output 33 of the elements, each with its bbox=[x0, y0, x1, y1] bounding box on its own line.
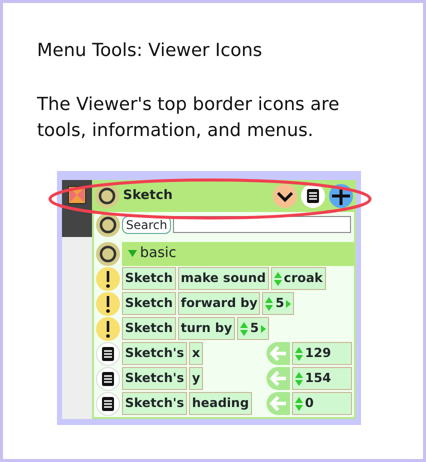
property-tile[interactable]: forward by bbox=[178, 292, 260, 315]
category-bar[interactable]: basic bbox=[122, 242, 354, 266]
ring-icon[interactable] bbox=[95, 184, 119, 208]
ring-icon[interactable] bbox=[96, 242, 120, 266]
menu-icon[interactable] bbox=[96, 366, 120, 390]
plus-icon[interactable] bbox=[329, 184, 353, 208]
object-tile[interactable]: Sketch bbox=[122, 317, 176, 340]
value-tile[interactable]: 0 bbox=[292, 392, 352, 415]
menu-icon[interactable] bbox=[301, 184, 325, 208]
page-title: Menu Tools: Viewer Icons bbox=[37, 39, 264, 63]
property-tile[interactable]: turn by bbox=[178, 317, 236, 340]
ring-icon[interactable] bbox=[96, 212, 120, 236]
argument-tile[interactable]: croak bbox=[270, 267, 326, 290]
viewer-title: Sketch bbox=[123, 187, 174, 206]
object-tile[interactable]: Sketch bbox=[122, 292, 176, 315]
exclamation-icon[interactable] bbox=[96, 292, 120, 316]
object-tile[interactable]: Sketch's bbox=[122, 367, 188, 390]
category-label: basic bbox=[140, 244, 176, 263]
chevron-down-icon[interactable] bbox=[273, 184, 297, 208]
property-tile[interactable]: heading bbox=[189, 392, 252, 415]
property-tile[interactable]: y bbox=[189, 367, 204, 390]
object-tile[interactable]: Sketch bbox=[122, 267, 176, 290]
menu-icon[interactable] bbox=[96, 342, 120, 366]
property-tile[interactable]: make sound bbox=[178, 267, 269, 290]
value-tile[interactable]: 154 bbox=[292, 367, 352, 390]
description-text: The Viewer's top border icons are tools, information, and menus. bbox=[37, 93, 340, 143]
menu-icon[interactable] bbox=[96, 392, 120, 416]
exclamation-icon[interactable] bbox=[96, 316, 120, 340]
property-tile[interactable]: x bbox=[189, 342, 204, 365]
exclamation-icon[interactable] bbox=[96, 266, 120, 290]
value-tile[interactable]: 129 bbox=[292, 342, 352, 365]
object-tile[interactable]: Sketch's bbox=[122, 342, 188, 365]
object-tile[interactable]: Sketch's bbox=[122, 392, 188, 415]
